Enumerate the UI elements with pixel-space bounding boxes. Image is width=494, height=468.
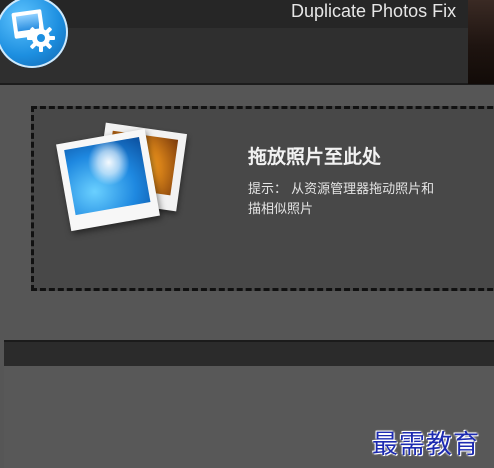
window-edge-image bbox=[468, 0, 494, 84]
watermark-text: 最需教育 bbox=[372, 430, 481, 460]
gear-icon bbox=[27, 24, 55, 52]
title-bar: Duplicate Photos Fix bbox=[0, 0, 494, 28]
window-title: Duplicate Photos Fix bbox=[291, 1, 457, 21]
toolbar bbox=[0, 28, 494, 84]
drop-zone-hint: 提示： 从资源管理器拖动照片和 描相似照片 bbox=[248, 180, 494, 220]
results-header bbox=[4, 342, 494, 366]
toolbar-divider bbox=[0, 83, 494, 85]
sky-photo-icon bbox=[56, 128, 160, 232]
drop-zone-hint-line2: 描相似照片 bbox=[248, 202, 314, 217]
photo-stack-icon bbox=[56, 122, 188, 232]
drop-zone-hint-line1: 提示： 从资源管理器拖动照片和 bbox=[248, 182, 435, 197]
drop-zone-title: 拖放照片至此处 bbox=[248, 146, 382, 168]
